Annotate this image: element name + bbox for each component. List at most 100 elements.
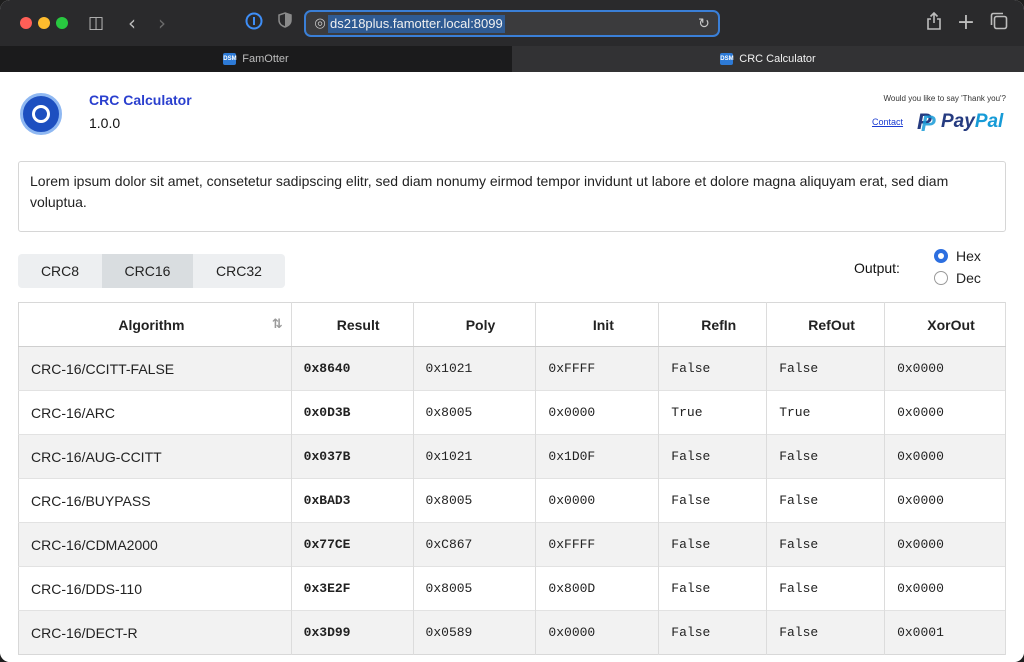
hex-radio[interactable] [934, 249, 948, 263]
cell-xorout: 0x0000 [884, 478, 1006, 523]
col-result: Result [291, 302, 414, 347]
globe-icon: ◎ [314, 16, 326, 31]
share-icon[interactable] [924, 11, 944, 34]
cell-refout: False [766, 346, 886, 391]
cell-xorout: 0x0000 [884, 434, 1006, 479]
tab-label: FamOtter [242, 53, 289, 65]
page-content: CRC Calculator 1.0.0 Would you like to s… [0, 72, 1024, 662]
cell-algorithm: CRC-16/AUG-CCITT [18, 434, 292, 479]
table-row: CRC-16/DECT-R 0x3D99 0x0589 0x0000 False… [18, 610, 1006, 655]
input-textarea[interactable]: Lorem ipsum dolor sit amet, consetetur s… [18, 161, 1006, 232]
shield-glyph [278, 12, 292, 28]
cell-algorithm: CRC-16/DECT-R [18, 610, 292, 655]
cell-xorout: 0x0000 [884, 390, 1006, 435]
tab-label: CRC Calculator [739, 53, 816, 65]
plus-icon[interactable]: + [956, 12, 976, 34]
output-label: Output: [854, 260, 900, 276]
close-window-button[interactable] [20, 17, 32, 29]
cell-init: 0x0000 [535, 390, 660, 435]
output-hex-option[interactable]: Hex [934, 246, 981, 266]
1password-glyph [245, 12, 263, 30]
cell-result: 0x037B [291, 434, 414, 479]
cell-init: 0x0000 [535, 478, 660, 523]
cell-poly: 0x8005 [413, 566, 537, 611]
app-title: CRC Calculator [89, 92, 192, 108]
chevron-right-icon[interactable]: › [154, 12, 170, 34]
logo-ring [32, 105, 50, 123]
cell-algorithm: CRC-16/BUYPASS [18, 478, 292, 523]
cell-refin: False [658, 346, 768, 391]
cell-algorithm: CRC-16/DDS-110 [18, 566, 292, 611]
results-table: Algorithm ⇅ Result Poly Init RefIn RefOut… [18, 302, 1006, 655]
table-row: CRC-16/AUG-CCITT 0x037B 0x1021 0x1D0F Fa… [18, 434, 1006, 479]
sort-icon[interactable]: ⇅ [272, 317, 283, 332]
cell-xorout: 0x0000 [884, 522, 1006, 567]
cell-poly: 0x0589 [413, 610, 537, 655]
col-refout: RefOut [766, 302, 886, 347]
tab-crc16[interactable]: CRC16 [102, 254, 193, 288]
paypal-icon: PP [917, 109, 936, 136]
tab-overview-glyph [990, 12, 1008, 30]
cell-poly: 0x1021 [413, 346, 537, 391]
cell-init: 0xFFFF [535, 346, 660, 391]
app-logo-icon [20, 93, 62, 135]
cell-poly: 0x8005 [413, 390, 537, 435]
shield-icon[interactable] [276, 12, 294, 34]
paypal-button[interactable]: PP Pay Pal [917, 109, 1004, 136]
col-algorithm[interactable]: Algorithm ⇅ [18, 302, 292, 347]
tab-crc-calculator[interactable]: DSM CRC Calculator [512, 46, 1024, 72]
cell-refout: False [766, 478, 886, 523]
cell-algorithm: CRC-16/CDMA2000 [18, 522, 292, 567]
table-row: CRC-16/CDMA2000 0x77CE 0xC867 0xFFFF Fal… [18, 522, 1006, 567]
table-header-row: Algorithm ⇅ Result Poly Init RefIn RefOut… [18, 302, 1006, 347]
address-bar[interactable]: ◎ ds218plus.famotter.local:8099 ↻ [304, 10, 720, 37]
cell-refin: False [658, 522, 768, 567]
url-text[interactable]: ds218plus.famotter.local:8099 [328, 15, 505, 33]
cell-refout: False [766, 434, 886, 479]
minimize-window-button[interactable] [38, 17, 50, 29]
paypal-word-pay: Pay [941, 111, 975, 132]
cell-result: 0x77CE [291, 522, 414, 567]
tab-crc8[interactable]: CRC8 [18, 254, 102, 288]
hex-label: Hex [956, 248, 981, 264]
1password-icon[interactable] [244, 12, 264, 34]
output-dec-option[interactable]: Dec [934, 268, 981, 288]
cell-result: 0x0D3B [291, 390, 414, 435]
tab-crc32[interactable]: CRC32 [193, 254, 285, 288]
cell-refin: False [658, 610, 768, 655]
paypal-word-pal: Pal [974, 111, 1004, 132]
cell-xorout: 0x0000 [884, 566, 1006, 611]
cell-init: 0x0000 [535, 610, 660, 655]
cell-poly: 0x1021 [413, 434, 537, 479]
cell-refin: True [658, 390, 768, 435]
cell-result: 0x3E2F [291, 566, 414, 611]
table-row: CRC-16/CCITT-FALSE 0x8640 0x1021 0xFFFF … [18, 346, 1006, 391]
cell-refout: False [766, 522, 886, 567]
cell-refout: True [766, 390, 886, 435]
dec-radio[interactable] [934, 271, 948, 285]
cell-refin: False [658, 434, 768, 479]
chevron-left-icon[interactable]: ‹ [124, 12, 140, 34]
cell-poly: 0xC867 [413, 522, 537, 567]
tab-famotter[interactable]: DSM FamOtter [0, 46, 512, 72]
col-refin: RefIn [658, 302, 768, 347]
cell-refout: False [766, 566, 886, 611]
col-poly: Poly [413, 302, 537, 347]
tab-overview-icon[interactable] [988, 12, 1010, 34]
reload-icon[interactable]: ↻ [696, 15, 712, 33]
cell-init: 0x1D0F [535, 434, 660, 479]
zoom-window-button[interactable] [56, 17, 68, 29]
thank-you-text: Would you like to say 'Thank you'? [883, 94, 1006, 103]
cell-init: 0x800D [535, 566, 660, 611]
browser-window: ◫ ‹ › ◎ ds218plus.famotter.local:8099 ↻ [0, 0, 1024, 662]
app-version: 1.0.0 [89, 115, 121, 131]
cell-poly: 0x8005 [413, 478, 537, 523]
cell-refin: False [658, 478, 768, 523]
table-row: CRC-16/ARC 0x0D3B 0x8005 0x0000 True Tru… [18, 390, 1006, 435]
cell-result: 0x3D99 [291, 610, 414, 655]
cell-refout: False [766, 610, 886, 655]
sidebar-icon[interactable]: ◫ [86, 12, 106, 34]
contact-link[interactable]: Contact [872, 117, 903, 127]
col-xorout: XorOut [884, 302, 1006, 347]
dec-label: Dec [956, 270, 981, 286]
